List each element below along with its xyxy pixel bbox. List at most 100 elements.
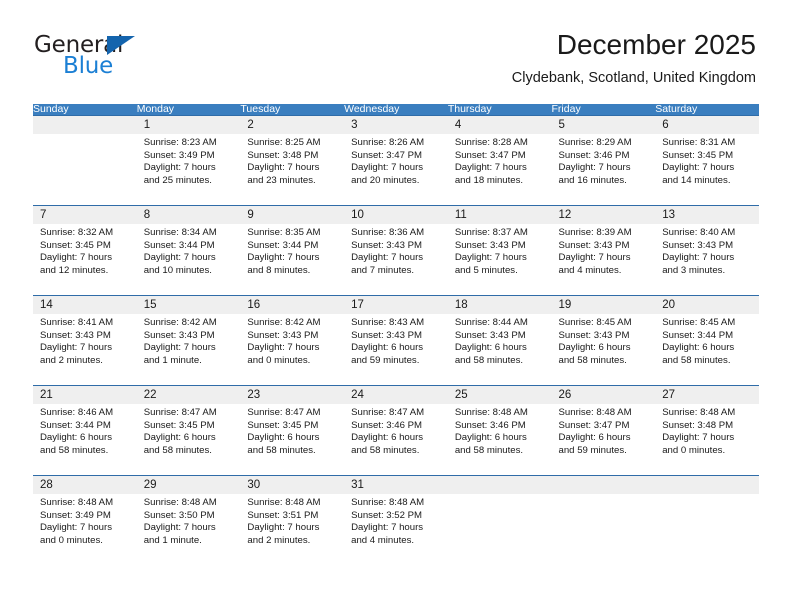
day-cell-content bbox=[33, 116, 137, 205]
day-cell-content: 13 Sunrise: 8:40 AM Sunset: 3:43 PM Dayligh… bbox=[655, 206, 759, 295]
calendar-day-cell[interactable]: 11 Sunrise: 8:37 AM Sunset: 3:43 PM Dayligh… bbox=[447, 205, 552, 296]
day-details: Sunrise: 8:47 AM Sunset: 3:46 PM Daylight:… bbox=[344, 404, 448, 457]
calendar-day-cell[interactable]: 26 Sunrise: 8:48 AM Sunset: 3:47 PM Dayligh… bbox=[551, 385, 656, 476]
day-number: 2 bbox=[240, 116, 345, 134]
calendar-day-cell[interactable]: 30 Sunrise: 8:48 AM Sunset: 3:51 PM Dayligh… bbox=[240, 475, 345, 566]
calendar-day-cell[interactable]: 16 Sunrise: 8:42 AM Sunset: 3:43 PM Dayligh… bbox=[240, 295, 345, 386]
sunset-text: Sunset: 3:44 PM bbox=[247, 239, 319, 251]
day-number: 11 bbox=[447, 206, 552, 224]
daylight-text-line2: and 1 minute. bbox=[143, 354, 202, 366]
calendar-day-cell[interactable] bbox=[551, 475, 656, 566]
day-details: Sunrise: 8:25 AM Sunset: 3:48 PM Daylight:… bbox=[240, 134, 344, 187]
calendar-day-cell[interactable]: 25 Sunrise: 8:48 AM Sunset: 3:46 PM Dayligh… bbox=[447, 385, 552, 476]
calendar-day-cell[interactable]: 4 Sunrise: 8:28 AM Sunset: 3:47 PM Daylight… bbox=[447, 115, 552, 206]
calendar-week-row: 28 Sunrise: 8:48 AM Sunset: 3:49 PM Dayligh… bbox=[33, 475, 759, 566]
calendar-day-cell[interactable]: 31 Sunrise: 8:48 AM Sunset: 3:52 PM Dayligh… bbox=[344, 475, 448, 566]
day-number: 15 bbox=[136, 296, 241, 314]
calendar-day-cell[interactable]: 5 Sunrise: 8:29 AM Sunset: 3:46 PM Daylight… bbox=[551, 115, 656, 206]
day-cell-content: 18 Sunrise: 8:44 AM Sunset: 3:43 PM Dayligh… bbox=[447, 296, 552, 385]
day-details: Sunrise: 8:37 AM Sunset: 3:43 PM Daylight:… bbox=[448, 224, 552, 277]
daylight-text-line2: and 4 minutes. bbox=[351, 534, 415, 546]
page-subtitle: Clydebank, Scotland, United Kingdom bbox=[511, 70, 756, 86]
day-cell-content: 8 Sunrise: 8:34 AM Sunset: 3:44 PM Daylight… bbox=[136, 206, 241, 295]
calendar-day-cell[interactable] bbox=[447, 475, 552, 566]
day-number bbox=[447, 476, 552, 494]
day-details bbox=[33, 134, 137, 137]
sunrise-text: Sunrise: 8:47 AM bbox=[351, 407, 425, 418]
day-cell-content: 25 Sunrise: 8:48 AM Sunset: 3:46 PM Dayligh… bbox=[447, 386, 552, 475]
calendar-day-cell[interactable]: 1 Sunrise: 8:23 AM Sunset: 3:49 PM Daylight… bbox=[136, 115, 241, 206]
sunrise-text: Sunrise: 8:48 AM bbox=[454, 407, 528, 418]
day-details: Sunrise: 8:48 AM Sunset: 3:51 PM Daylight:… bbox=[240, 494, 344, 547]
day-cell-content: 29 Sunrise: 8:48 AM Sunset: 3:50 PM Dayligh… bbox=[136, 476, 241, 565]
day-details: Sunrise: 8:26 AM Sunset: 3:47 PM Daylight:… bbox=[344, 134, 448, 187]
sunset-text: Sunset: 3:45 PM bbox=[40, 239, 111, 251]
daylight-text-line1: Daylight: 6 hours bbox=[558, 342, 631, 354]
sunset-text: Sunset: 3:48 PM bbox=[662, 419, 734, 431]
day-details: Sunrise: 8:35 AM Sunset: 3:44 PM Daylight:… bbox=[240, 224, 344, 277]
calendar-day-cell[interactable]: 29 Sunrise: 8:48 AM Sunset: 3:50 PM Dayligh… bbox=[136, 475, 241, 566]
calendar-day-cell[interactable]: 15 Sunrise: 8:42 AM Sunset: 3:43 PM Dayligh… bbox=[136, 295, 241, 386]
calendar-day-cell[interactable]: 20 Sunrise: 8:45 AM Sunset: 3:44 PM Dayligh… bbox=[655, 295, 759, 386]
calendar-day-cell[interactable]: 12 Sunrise: 8:39 AM Sunset: 3:43 PM Dayligh… bbox=[551, 205, 656, 296]
calendar-day-cell[interactable] bbox=[655, 475, 759, 566]
sunrise-text: Sunrise: 8:37 AM bbox=[454, 227, 528, 238]
page-header: General Blue December 2025 Clydebank, Sc… bbox=[0, 0, 792, 100]
generalblue-logo[interactable]: General Blue bbox=[34, 33, 234, 85]
calendar-day-cell[interactable]: 10 Sunrise: 8:36 AM Sunset: 3:43 PM Dayligh… bbox=[344, 205, 448, 296]
day-details: Sunrise: 8:40 AM Sunset: 3:43 PM Daylight:… bbox=[655, 224, 759, 277]
daylight-text-line1: Daylight: 7 hours bbox=[662, 432, 735, 444]
calendar-day-cell[interactable]: 17 Sunrise: 8:43 AM Sunset: 3:43 PM Dayligh… bbox=[344, 295, 448, 386]
sunrise-text: Sunrise: 8:42 AM bbox=[247, 317, 321, 328]
calendar-day-cell[interactable] bbox=[33, 115, 137, 206]
day-cell-content: 1 Sunrise: 8:23 AM Sunset: 3:49 PM Daylight… bbox=[136, 116, 241, 205]
daylight-text-line2: and 58 minutes. bbox=[143, 444, 212, 456]
calendar-day-cell[interactable]: 9 Sunrise: 8:35 AM Sunset: 3:44 PM Daylight… bbox=[240, 205, 345, 296]
day-cell-content: 12 Sunrise: 8:39 AM Sunset: 3:43 PM Dayligh… bbox=[551, 206, 656, 295]
day-details: Sunrise: 8:47 AM Sunset: 3:45 PM Daylight:… bbox=[240, 404, 344, 457]
calendar-day-cell[interactable]: 14 Sunrise: 8:41 AM Sunset: 3:43 PM Dayligh… bbox=[33, 295, 137, 386]
sunset-text: Sunset: 3:45 PM bbox=[247, 419, 319, 431]
calendar-day-cell[interactable]: 3 Sunrise: 8:26 AM Sunset: 3:47 PM Daylight… bbox=[344, 115, 448, 206]
sunset-text: Sunset: 3:43 PM bbox=[558, 329, 630, 341]
sunset-text: Sunset: 3:51 PM bbox=[247, 509, 319, 521]
calendar-day-cell[interactable]: 22 Sunrise: 8:47 AM Sunset: 3:45 PM Dayligh… bbox=[136, 385, 241, 476]
day-details: Sunrise: 8:23 AM Sunset: 3:49 PM Daylight:… bbox=[137, 134, 241, 187]
calendar-day-cell[interactable]: 7 Sunrise: 8:32 AM Sunset: 3:45 PM Daylight… bbox=[33, 205, 137, 296]
calendar-day-cell[interactable]: 23 Sunrise: 8:47 AM Sunset: 3:45 PM Dayligh… bbox=[240, 385, 345, 476]
calendar-week-row: 7 Sunrise: 8:32 AM Sunset: 3:45 PM Daylight… bbox=[33, 205, 759, 296]
day-number: 21 bbox=[33, 386, 137, 404]
sunset-text: Sunset: 3:46 PM bbox=[454, 419, 526, 431]
logo-text-blue: Blue bbox=[63, 53, 114, 79]
day-number: 27 bbox=[655, 386, 759, 404]
calendar-week-row: 14 Sunrise: 8:41 AM Sunset: 3:43 PM Dayligh… bbox=[33, 295, 759, 386]
calendar-day-cell[interactable]: 13 Sunrise: 8:40 AM Sunset: 3:43 PM Dayligh… bbox=[655, 205, 759, 296]
day-cell-content bbox=[447, 476, 552, 565]
sunset-text: Sunset: 3:46 PM bbox=[351, 419, 423, 431]
calendar-day-cell[interactable]: 18 Sunrise: 8:44 AM Sunset: 3:43 PM Dayligh… bbox=[447, 295, 552, 386]
sunset-text: Sunset: 3:44 PM bbox=[40, 419, 111, 431]
sunset-text: Sunset: 3:43 PM bbox=[40, 329, 111, 341]
day-number: 31 bbox=[344, 476, 448, 494]
sunrise-text: Sunrise: 8:29 AM bbox=[558, 137, 632, 148]
calendar-day-cell[interactable]: 8 Sunrise: 8:34 AM Sunset: 3:44 PM Daylight… bbox=[136, 205, 241, 296]
day-number: 14 bbox=[33, 296, 137, 314]
calendar-day-cell[interactable]: 21 Sunrise: 8:46 AM Sunset: 3:44 PM Dayligh… bbox=[33, 385, 137, 476]
weekday-header-saturday: Saturday bbox=[655, 104, 759, 116]
day-number bbox=[33, 116, 137, 134]
sunrise-text: Sunrise: 8:23 AM bbox=[143, 137, 217, 148]
day-cell-content: 31 Sunrise: 8:48 AM Sunset: 3:52 PM Dayligh… bbox=[344, 476, 448, 565]
day-number bbox=[551, 476, 656, 494]
calendar-day-cell[interactable]: 2 Sunrise: 8:25 AM Sunset: 3:48 PM Daylight… bbox=[240, 115, 345, 206]
sunrise-text: Sunrise: 8:48 AM bbox=[143, 497, 217, 508]
calendar-day-cell[interactable]: 28 Sunrise: 8:48 AM Sunset: 3:49 PM Dayligh… bbox=[33, 475, 137, 566]
calendar-day-cell[interactable]: 19 Sunrise: 8:45 AM Sunset: 3:43 PM Dayligh… bbox=[551, 295, 656, 386]
sunrise-text: Sunrise: 8:28 AM bbox=[454, 137, 528, 148]
day-number: 19 bbox=[551, 296, 656, 314]
calendar-day-cell[interactable]: 27 Sunrise: 8:48 AM Sunset: 3:48 PM Dayligh… bbox=[655, 385, 759, 476]
day-cell-content: 16 Sunrise: 8:42 AM Sunset: 3:43 PM Dayligh… bbox=[240, 296, 345, 385]
sunset-text: Sunset: 3:47 PM bbox=[454, 149, 526, 161]
calendar-day-cell[interactable]: 6 Sunrise: 8:31 AM Sunset: 3:45 PM Daylight… bbox=[655, 115, 759, 206]
calendar-day-cell[interactable]: 24 Sunrise: 8:47 AM Sunset: 3:46 PM Dayligh… bbox=[344, 385, 448, 476]
daylight-text-line1: Daylight: 7 hours bbox=[454, 252, 527, 264]
